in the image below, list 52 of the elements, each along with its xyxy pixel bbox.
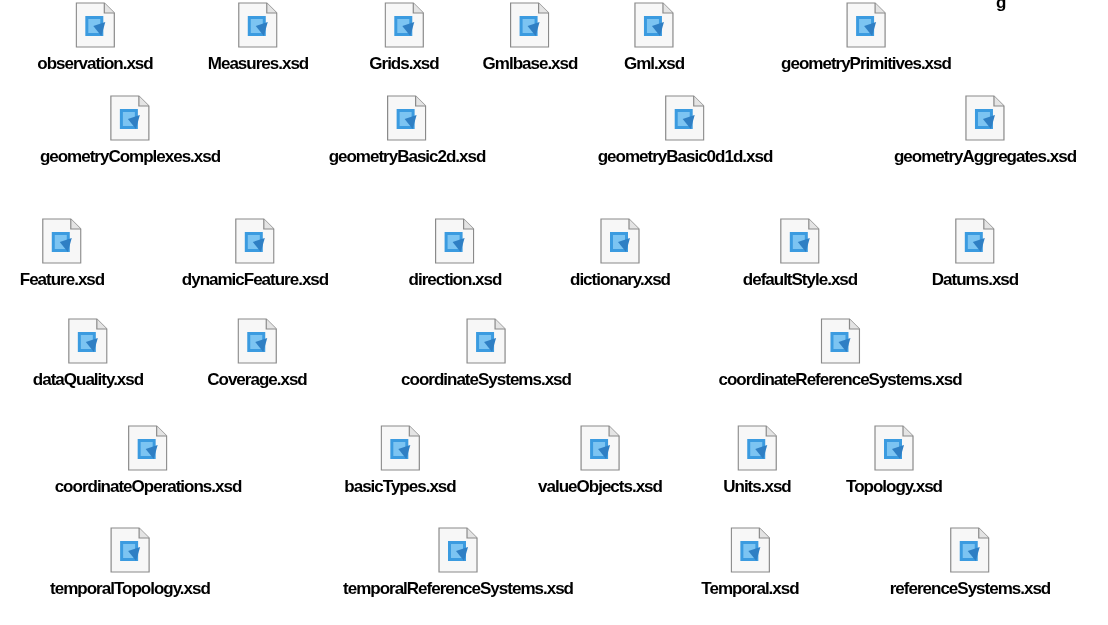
xsd-file-icon [387, 95, 427, 141]
file-label[interactable]: observation.xsd [37, 53, 153, 75]
file-label[interactable]: referenceSystems.xsd [889, 578, 1051, 600]
file-label[interactable]: temporalTopology.xsd [50, 578, 210, 600]
xsd-file-icon [965, 95, 1005, 141]
xsd-file-icon [438, 527, 478, 573]
file-label[interactable]: geometryComplexes.xsd [39, 146, 221, 168]
file-label[interactable]: coordinateSystems.xsd [401, 369, 571, 391]
file-label[interactable]: defaultStyle.xsd [742, 269, 858, 291]
xsd-file-icon [466, 318, 506, 364]
file-label[interactable]: Gml.xsd [623, 53, 685, 75]
xsd-file-icon [780, 218, 820, 264]
xsd-file-icon [874, 425, 914, 471]
file-label[interactable]: Measures.xsd [207, 53, 309, 75]
file-label[interactable]: Units.xsd [723, 476, 791, 498]
xsd-file-icon [237, 318, 277, 364]
file-label[interactable]: temporalReferenceSystems.xsd [343, 578, 573, 600]
xsd-file-icon [68, 318, 108, 364]
xsd-file-icon [820, 318, 860, 364]
xsd-file-icon [665, 95, 705, 141]
file-label[interactable]: dictionary.xsd [570, 269, 670, 291]
xsd-file-icon [730, 527, 770, 573]
file-label[interactable]: geometryBasic2d.xsd [328, 146, 486, 168]
file-label[interactable]: Grids.xsd [369, 53, 439, 75]
file-label[interactable]: coordinateReferenceSystems.xsd [718, 369, 962, 391]
file-label[interactable]: valueObjects.xsd [538, 476, 662, 498]
file-label[interactable]: Temporal.xsd [701, 578, 799, 600]
file-label[interactable]: geometryAggregates.xsd [893, 146, 1077, 168]
file-label[interactable]: Gmlbase.xsd [482, 53, 578, 75]
file-label[interactable]: dynamicFeature.xsd [181, 269, 329, 291]
xsd-file-icon [435, 218, 475, 264]
xsd-file-icon [580, 425, 620, 471]
xsd-file-icon [950, 527, 990, 573]
file-label[interactable]: geometryPrimitives.xsd [781, 53, 951, 75]
xsd-file-icon [235, 218, 275, 264]
xsd-file-icon [128, 425, 168, 471]
file-label[interactable]: Feature.xsd [19, 269, 105, 291]
file-label[interactable]: direction.xsd [408, 269, 502, 291]
xsd-file-icon [955, 218, 995, 264]
xsd-file-icon [737, 425, 777, 471]
file-label[interactable]: basicTypes.xsd [344, 476, 456, 498]
file-label[interactable]: Datums.xsd [931, 269, 1019, 291]
xsd-file-icon [110, 95, 150, 141]
xsd-file-icon [600, 218, 640, 264]
xsd-file-icon [42, 218, 82, 264]
file-label[interactable]: geometryBasic0d1d.xsd [597, 146, 773, 168]
xsd-file-icon [110, 527, 150, 573]
file-label[interactable]: coordinateOperations.xsd [54, 476, 242, 498]
file-label[interactable]: Coverage.xsd [207, 369, 307, 391]
xsd-file-icon [380, 425, 420, 471]
file-label[interactable]: dataQuality.xsd [32, 369, 144, 391]
file-label[interactable]: Topology.xsd [846, 476, 942, 498]
